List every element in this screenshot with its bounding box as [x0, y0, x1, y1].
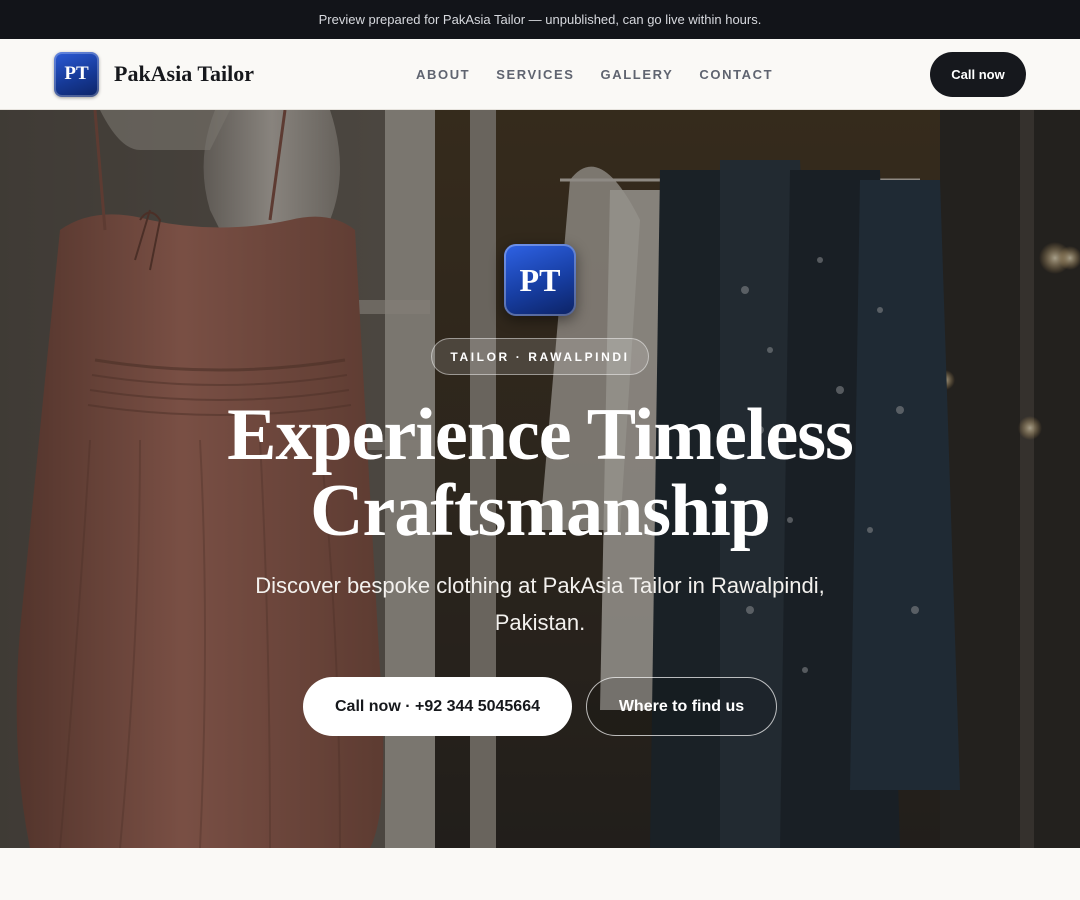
nav-link-about[interactable]: ABOUT: [416, 67, 470, 82]
site-header: PT PakAsia Tailor ABOUT SERVICES GALLERY…: [0, 39, 1080, 110]
hero-location-button[interactable]: Where to find us: [586, 677, 777, 736]
announcement-text: Preview prepared for PakAsia Tailor — un…: [318, 12, 762, 27]
main-nav: ABOUT SERVICES GALLERY CONTACT: [416, 39, 799, 109]
header-call-button[interactable]: Call now: [930, 52, 1026, 97]
hero-headline-line-1: Experience Timeless: [227, 394, 854, 476]
hero-headline-line-2: Craftsmanship: [310, 470, 771, 552]
nav-link-gallery[interactable]: GALLERY: [601, 67, 674, 82]
announcement-bar: Preview prepared for PakAsia Tailor — un…: [0, 0, 1080, 39]
hero-logo: PT: [504, 244, 576, 316]
hero-headline: Experience Timeless Craftsmanship: [140, 397, 940, 549]
hero-call-button[interactable]: Call now · +92 344 5045664: [303, 677, 572, 736]
hero-eyebrow-badge: TAILOR · RAWALPINDI: [431, 338, 649, 375]
brand-link[interactable]: PT PakAsia Tailor: [54, 51, 254, 97]
nav-link-services[interactable]: SERVICES: [496, 67, 574, 82]
hero-content: PT TAILOR · RAWALPINDI Experience Timele…: [0, 110, 1080, 848]
hero-section: PT TAILOR · RAWALPINDI Experience Timele…: [0, 110, 1080, 848]
next-section: [0, 848, 1080, 900]
nav-link-contact[interactable]: CONTACT: [699, 67, 773, 82]
hero-subheading: Discover bespoke clothing at PakAsia Tai…: [255, 573, 825, 635]
brand-logo: PT: [54, 51, 99, 97]
brand-name: PakAsia Tailor: [114, 61, 254, 86]
